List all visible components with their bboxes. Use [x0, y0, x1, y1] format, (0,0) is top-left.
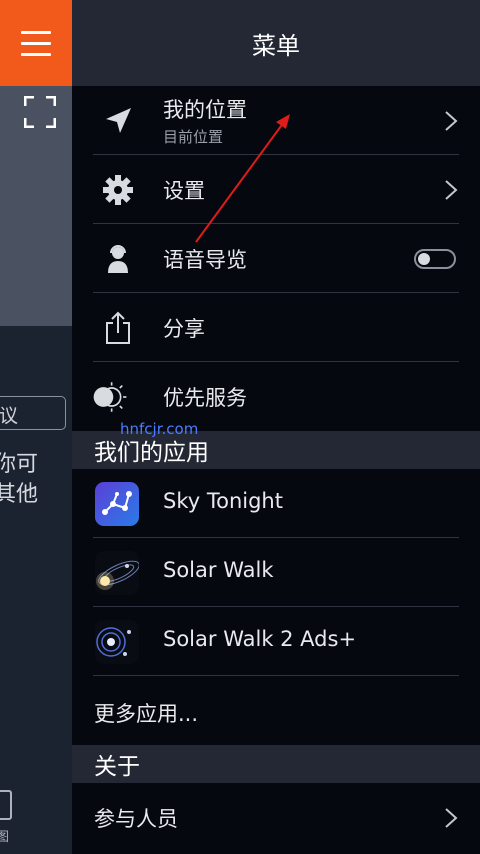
- background-content: 议 你可 其他 图: [0, 326, 72, 854]
- hamburger-menu-button[interactable]: [0, 0, 72, 86]
- solar-walk-2-app-icon: [95, 620, 139, 664]
- background-text: 你可: [0, 452, 39, 477]
- menu-item-label: 我的位置: [163, 98, 247, 122]
- section-about: 关于: [72, 745, 480, 783]
- menu-item-label: 设置: [163, 179, 205, 203]
- app-item-sky-tonight[interactable]: Sky Tonight: [72, 469, 480, 538]
- background-text: 其他: [0, 482, 39, 507]
- menu-item-audio-guide[interactable]: 语音导览: [72, 224, 480, 293]
- chevron-right-icon: [445, 179, 458, 200]
- sky-preview: [0, 86, 72, 326]
- audio-guide-toggle[interactable]: [414, 248, 456, 269]
- tab-icon[interactable]: [0, 790, 12, 820]
- menu-header: 菜单: [72, 0, 480, 86]
- gear-icon: [100, 172, 136, 208]
- chevron-right-icon: [445, 110, 458, 131]
- app-name: Solar Walk 2 Ads+: [163, 627, 357, 651]
- menu-item-sublabel: 目前位置: [163, 128, 224, 146]
- search-input[interactable]: 议: [0, 396, 66, 430]
- more-apps-label: 更多应用...: [94, 702, 199, 726]
- watermark: hnfcjr.com: [120, 420, 199, 438]
- screen: 议 你可 其他 图 菜单 我的位置 目前位置 设置 语音导览 分享 优先服务 我…: [0, 0, 480, 854]
- app-name: Solar Walk: [163, 558, 274, 582]
- app-item-solar-walk-2[interactable]: Solar Walk 2 Ads+: [72, 607, 480, 676]
- toggle-knob: [418, 252, 430, 265]
- solar-walk-app-icon: [95, 551, 139, 595]
- share-icon: [100, 310, 136, 346]
- sky-tonight-app-icon: [95, 482, 139, 526]
- location-arrow-icon: [100, 103, 136, 139]
- menu-item-label: 参与人员: [94, 807, 178, 831]
- menu-item-label: 优先服务: [163, 386, 247, 410]
- more-apps-link[interactable]: 更多应用...: [72, 676, 480, 745]
- menu-item-share[interactable]: 分享: [72, 293, 480, 362]
- menu-item-my-location[interactable]: 我的位置 目前位置: [72, 86, 480, 155]
- app-item-solar-walk[interactable]: Solar Walk: [72, 538, 480, 607]
- menu-item-label: 分享: [163, 317, 205, 341]
- hamburger-line: [21, 52, 51, 56]
- day-night-icon: [92, 379, 128, 415]
- menu-item-label: 语音导览: [163, 248, 247, 272]
- background-app-panel: 议 你可 其他 图: [0, 0, 72, 854]
- menu-title: 菜单: [252, 31, 300, 60]
- menu-item-settings[interactable]: 设置: [72, 155, 480, 224]
- chevron-right-icon: [445, 807, 458, 828]
- tab-label: 图: [0, 830, 10, 845]
- hamburger-line: [21, 30, 51, 34]
- app-name: Sky Tonight: [163, 489, 283, 513]
- fullscreen-icon[interactable]: [24, 96, 56, 128]
- audio-guide-icon: [100, 241, 136, 277]
- menu-item-credits[interactable]: 参与人员: [72, 783, 480, 852]
- hamburger-line: [21, 41, 51, 45]
